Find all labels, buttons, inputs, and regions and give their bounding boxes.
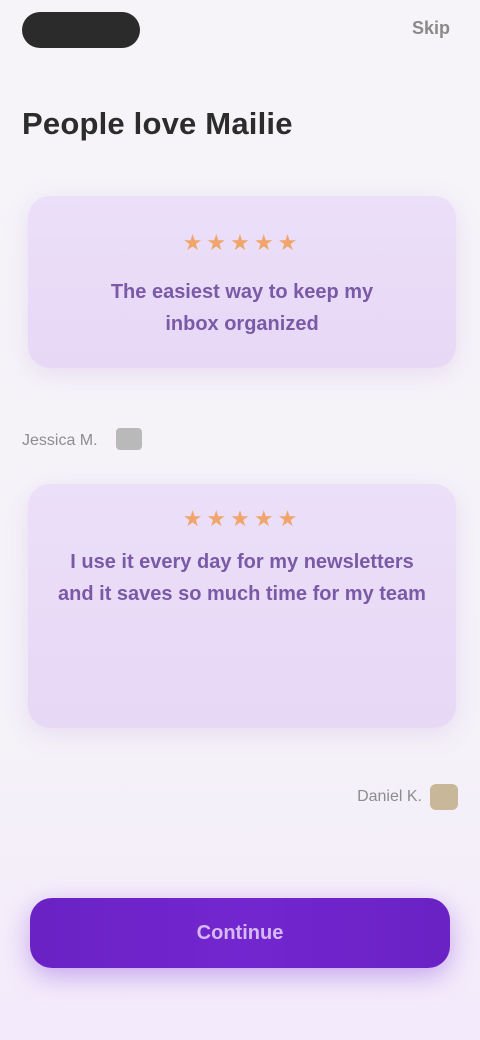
flag-icon <box>116 428 142 450</box>
reviewer-name: Jessica M. <box>22 432 98 449</box>
star-rating: ★★★★★ <box>182 230 302 255</box>
review-card: ★★★★★ I use it every day for my newslett… <box>28 484 456 728</box>
badge-icon <box>430 784 458 810</box>
status-pill <box>22 12 140 48</box>
review-text: The easiest way to keep my inbox organiz… <box>110 281 374 335</box>
page-title: People love Mailie <box>22 106 293 141</box>
review-text: I use it every day for my newsletters an… <box>58 551 426 605</box>
star-rating: ★★★★★ <box>182 506 302 531</box>
skip-link[interactable]: Skip <box>412 18 450 39</box>
reviewer-name: Daniel K. <box>357 788 422 805</box>
review-card: ★★★★★ The easiest way to keep my inbox o… <box>28 196 456 368</box>
continue-button[interactable]: Continue <box>30 898 450 968</box>
